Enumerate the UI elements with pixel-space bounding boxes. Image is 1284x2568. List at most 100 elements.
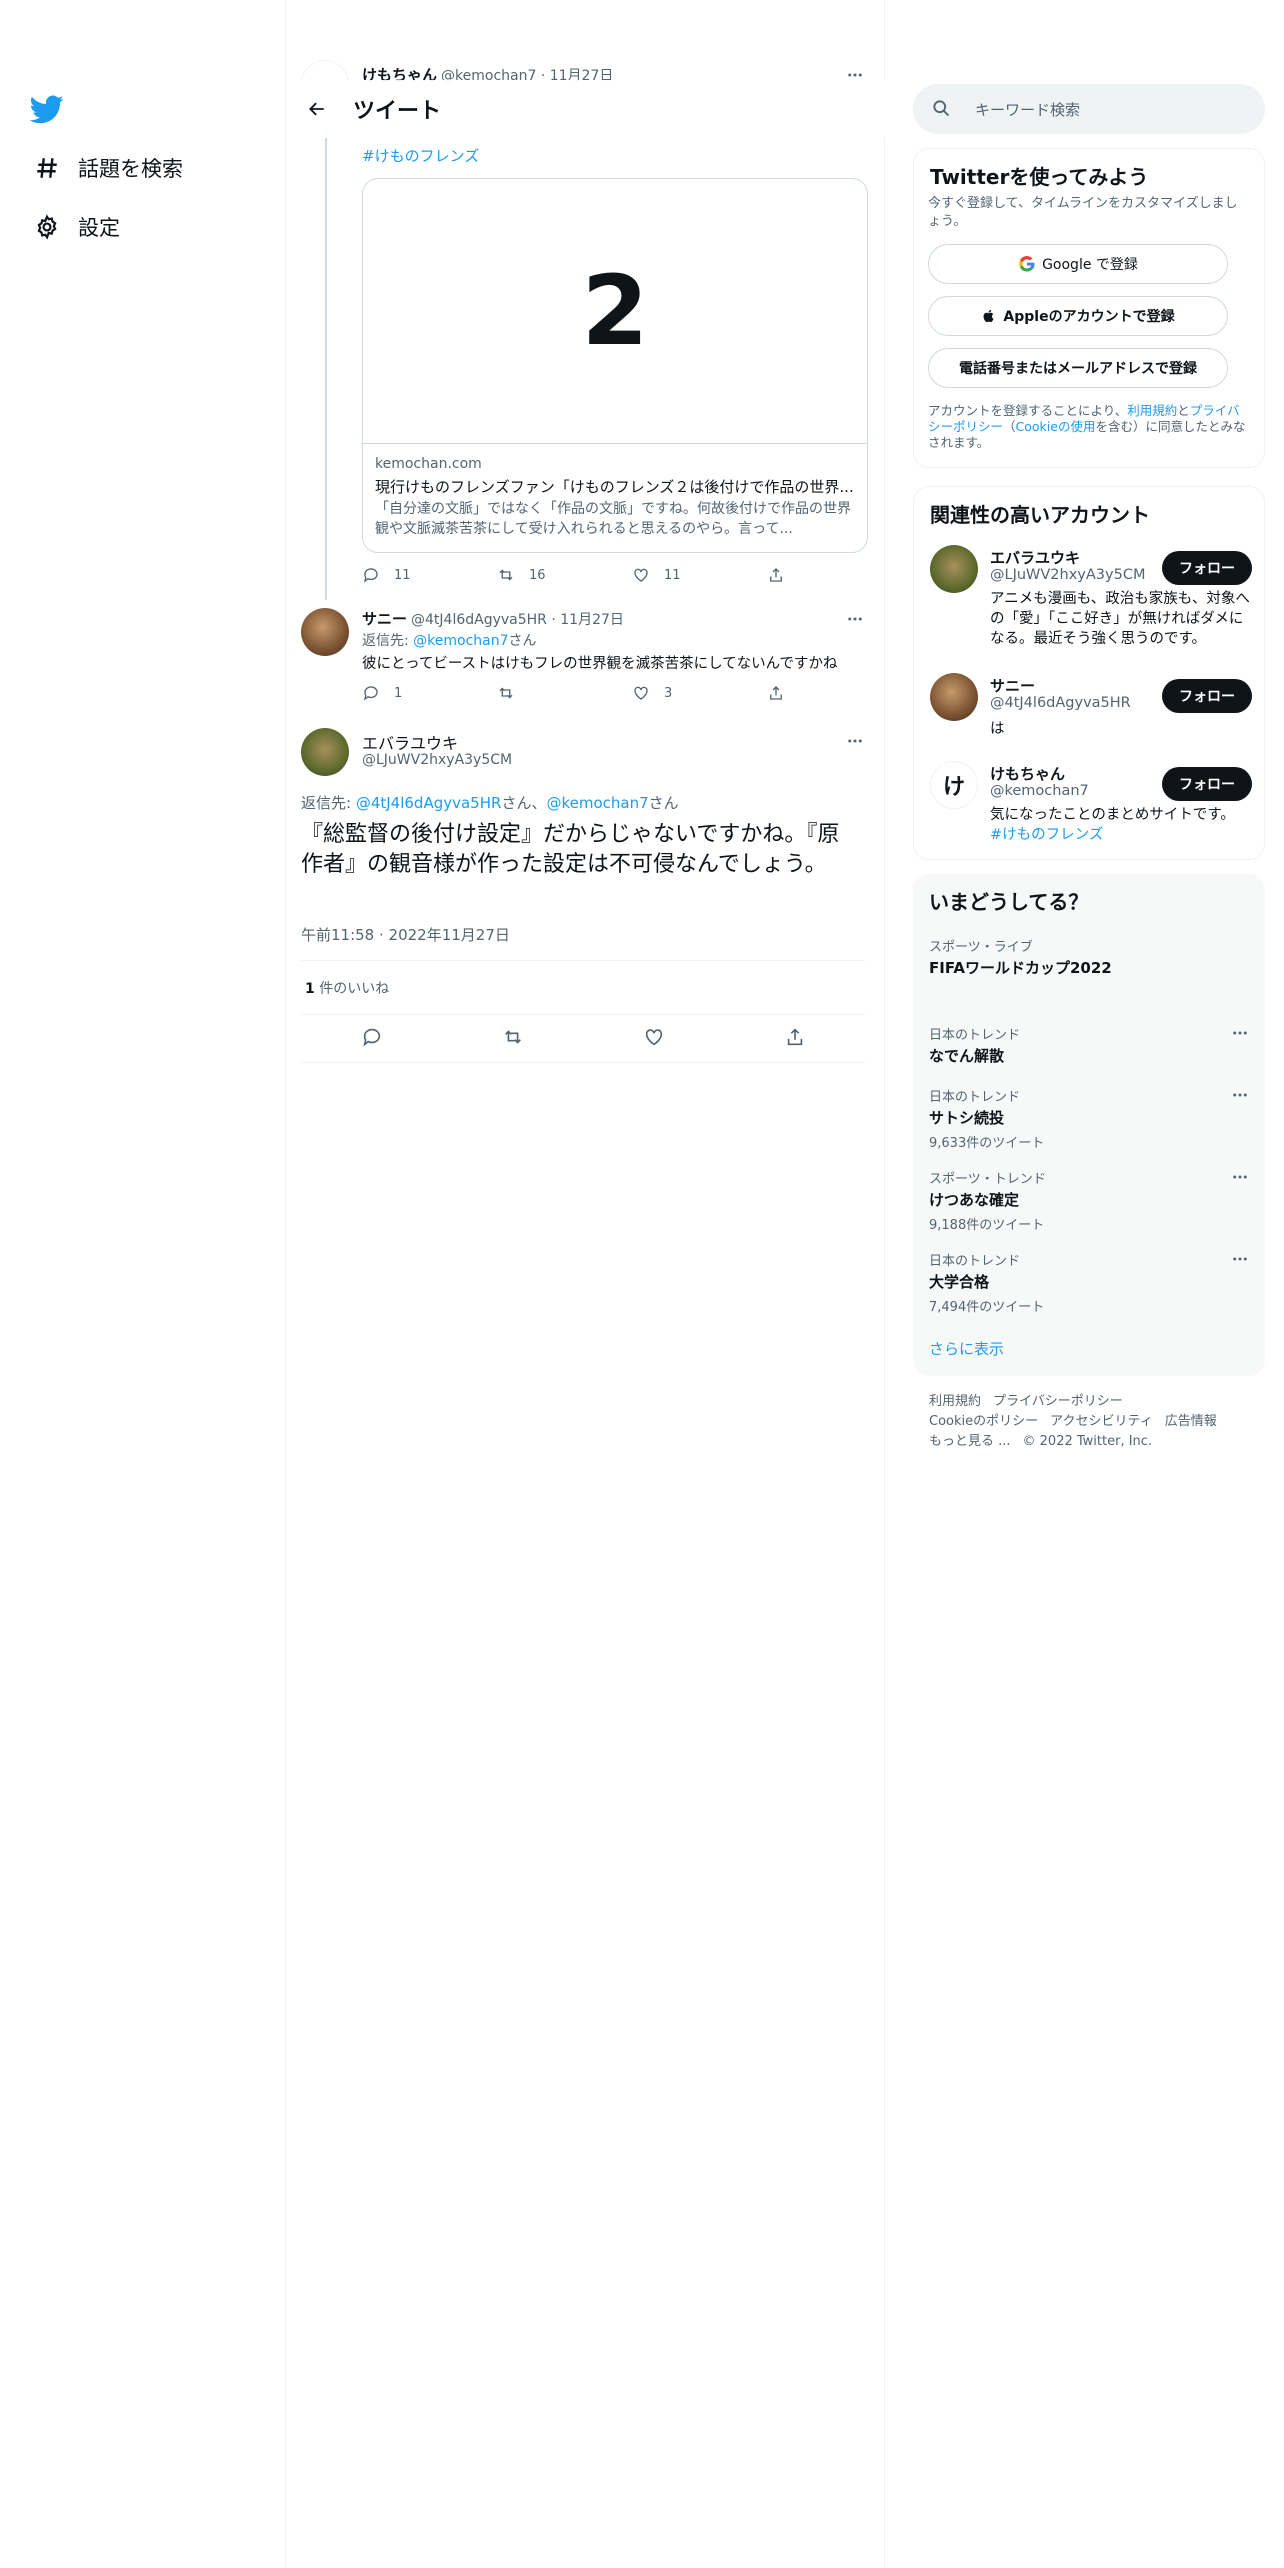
thread-line <box>325 130 327 600</box>
google-icon <box>1019 255 1035 272</box>
account-name[interactable]: エバラユウキ <box>990 547 1080 568</box>
trend-item[interactable]: スポーツ・ライブ FIFAワールドカップ2022 <box>929 936 1249 978</box>
search-bar[interactable]: キーワード検索 <box>913 84 1265 134</box>
card-description: 「自分達の文脈」ではなく「作品の文脈」ですね。何故後付けで作品の世界観や文脈滅茶… <box>375 501 851 537</box>
divider <box>301 1062 865 1063</box>
google-signup-button[interactable]: Google で登録 <box>928 244 1228 284</box>
retweet-button[interactable] <box>497 684 632 702</box>
more-icon[interactable] <box>1231 1250 1249 1272</box>
footer-link[interactable]: 利用規約 <box>929 1394 981 1409</box>
trend-item[interactable]: 日本のトレンド なでん解散 <box>929 1024 1249 1066</box>
heart-icon[interactable] <box>643 1026 665 1052</box>
retweet-icon[interactable] <box>502 1026 524 1052</box>
cookie-link[interactable]: Cookieの使用 <box>1016 419 1096 434</box>
apple-icon <box>983 309 994 323</box>
reply-icon <box>363 686 378 701</box>
trend-item[interactable]: 日本のトレンド 大学合格 7,494件のツイート <box>929 1250 1249 1315</box>
signup-terms: アカウントを登録することにより、利用規約とプライバシーポリシー（Cookieの使… <box>928 403 1246 450</box>
trends-box: いまどうしてる？ スポーツ・ライブ FIFAワールドカップ2022 日本のトレン… <box>913 874 1265 1376</box>
hashtag-link[interactable]: #けものフレンズ <box>362 145 479 166</box>
retweet-icon <box>499 569 513 581</box>
share-icon <box>770 568 782 582</box>
trend-item[interactable]: スポーツ・トレンド けつあな確定 9,188件のツイート <box>929 1168 1249 1233</box>
account-bio: は <box>990 721 1005 737</box>
mention-link[interactable]: @kemochan7 <box>413 633 508 649</box>
avatar[interactable] <box>930 673 978 721</box>
account-handle[interactable]: @LJuWV2hxyA3y5CM <box>990 567 1145 583</box>
follow-button[interactable]: フォロー <box>1162 767 1252 801</box>
trend-item[interactable]: 日本のトレンド サトシ続投 9,633件のツイート <box>929 1086 1249 1151</box>
nav-settings[interactable]: 設定 <box>30 207 120 247</box>
twitter-logo-icon[interactable] <box>29 92 68 130</box>
card-title: 現行けものフレンズファン「けものフレンズ２は後付けで作品の世界... <box>375 478 854 496</box>
prev-tweet-actions: 11 16 11 <box>362 566 902 584</box>
tweet-text: 『総監督の後付け設定』だからじゃないですかね。『原作者』の観音様が作った設定は不… <box>301 822 840 877</box>
share-button[interactable] <box>767 566 902 584</box>
signup-subtitle: 今すぐ登録して、タイムラインをカスタマイズしましょう。 <box>928 196 1238 229</box>
divider <box>301 1014 865 1015</box>
mention-link[interactable]: @4tJ4l6dAgyva5HR <box>356 794 502 812</box>
tweet-header-bar: ツイート <box>287 80 885 138</box>
more-icon[interactable] <box>844 608 866 630</box>
copyright: © 2022 Twitter, Inc. <box>1022 1434 1153 1449</box>
reply-tweet-actions: 1 3 <box>362 684 902 702</box>
page-title: ツイート <box>353 99 442 124</box>
footer-link[interactable]: プライバシーポリシー <box>993 1394 1123 1409</box>
retweet-button[interactable]: 16 <box>497 566 632 584</box>
more-icon[interactable] <box>1231 1086 1249 1108</box>
more-icon[interactable] <box>844 730 866 752</box>
related-accounts-box: 関連性の高いアカウント エバラユウキ @LJuWV2hxyA3y5CM アニメも… <box>913 486 1265 860</box>
link-card[interactable]: 2 kemochan.com 現行けものフレンズファン「けものフレンズ２は後付け… <box>362 178 868 553</box>
terms-link[interactable]: 利用規約 <box>1127 403 1177 418</box>
hashtag-icon <box>30 151 64 185</box>
main-tweet-actions <box>301 1026 865 1052</box>
like-button[interactable]: 3 <box>632 684 767 702</box>
footer-link[interactable]: Cookieのポリシー <box>929 1414 1038 1429</box>
mention-link[interactable]: @kemochan7 <box>546 794 648 812</box>
account-handle[interactable]: @kemochan7 <box>990 783 1089 799</box>
more-icon[interactable] <box>1231 1024 1249 1046</box>
footer-more-link[interactable]: もっと見る ... <box>929 1434 1011 1449</box>
tweet-timestamp[interactable]: 午前11:58 · 2022年11月27日 <box>301 924 510 945</box>
avatar[interactable] <box>301 608 349 656</box>
like-button[interactable]: 11 <box>632 566 767 584</box>
trends-title: いまどうしてる？ <box>929 890 1089 914</box>
avatar[interactable] <box>930 545 978 593</box>
reply-icon[interactable] <box>361 1026 383 1052</box>
author-name[interactable]: エバラユウキ <box>362 730 458 754</box>
reply-button[interactable]: 11 <box>362 566 497 584</box>
reply-button[interactable]: 1 <box>362 684 497 702</box>
author-handle[interactable]: @LJuWV2hxyA3y5CM <box>362 752 512 768</box>
follow-button[interactable]: フォロー <box>1162 551 1252 585</box>
author-name[interactable]: サニー <box>362 608 407 629</box>
signup-box: Twitterを使ってみよう 今すぐ登録して、タイムラインをカスタマイズしましょ… <box>913 148 1265 468</box>
more-icon[interactable] <box>1231 1168 1249 1190</box>
follow-button[interactable]: フォロー <box>1162 679 1252 713</box>
footer-link[interactable]: 広告情報 <box>1165 1414 1217 1429</box>
likes-count-link[interactable]: 1 件のいいね <box>305 978 389 998</box>
reply-tweet-header: サニー @4tJ4l6dAgyva5HR · 11月27日 <box>362 608 624 629</box>
share-icon <box>770 686 782 700</box>
account-handle[interactable]: @4tJ4l6dAgyva5HR <box>990 695 1131 711</box>
back-arrow-icon[interactable] <box>297 89 337 129</box>
avatar[interactable] <box>301 728 349 776</box>
account-name[interactable]: サニー <box>990 675 1035 696</box>
footer-link[interactable]: アクセシビリティ <box>1050 1414 1153 1429</box>
search-icon <box>931 98 953 120</box>
footer-links: 利用規約 プライバシーポリシー Cookieのポリシー アクセシビリティ 広告情報 も… <box>929 1392 1259 1452</box>
nav-explore[interactable]: 話題を検索 <box>30 148 183 188</box>
tweet-text: 彼にとってビーストはけもフレの世界観を滅茶苦茶にしてないんですかね <box>362 656 838 672</box>
author-handle-time[interactable]: @4tJ4l6dAgyva5HR · 11月27日 <box>411 609 624 629</box>
search-placeholder: キーワード検索 <box>975 100 1081 119</box>
reply-to-line: 返信先: @kemochan7さん <box>362 633 537 649</box>
card-image: 2 <box>363 179 867 444</box>
show-more-link[interactable]: さらに表示 <box>929 1338 1004 1359</box>
share-button[interactable] <box>767 684 902 702</box>
related-title: 関連性の高いアカウント <box>930 503 1150 527</box>
avatar[interactable]: け <box>930 761 978 809</box>
share-icon[interactable] <box>784 1026 806 1052</box>
apple-signup-button[interactable]: Appleのアカウントで登録 <box>928 296 1228 336</box>
hashtag-link[interactable]: #けものフレンズ <box>990 827 1103 843</box>
phone-email-signup-button[interactable]: 電話番号またはメールアドレスで登録 <box>928 348 1228 388</box>
account-name[interactable]: けもちゃん <box>990 763 1065 784</box>
